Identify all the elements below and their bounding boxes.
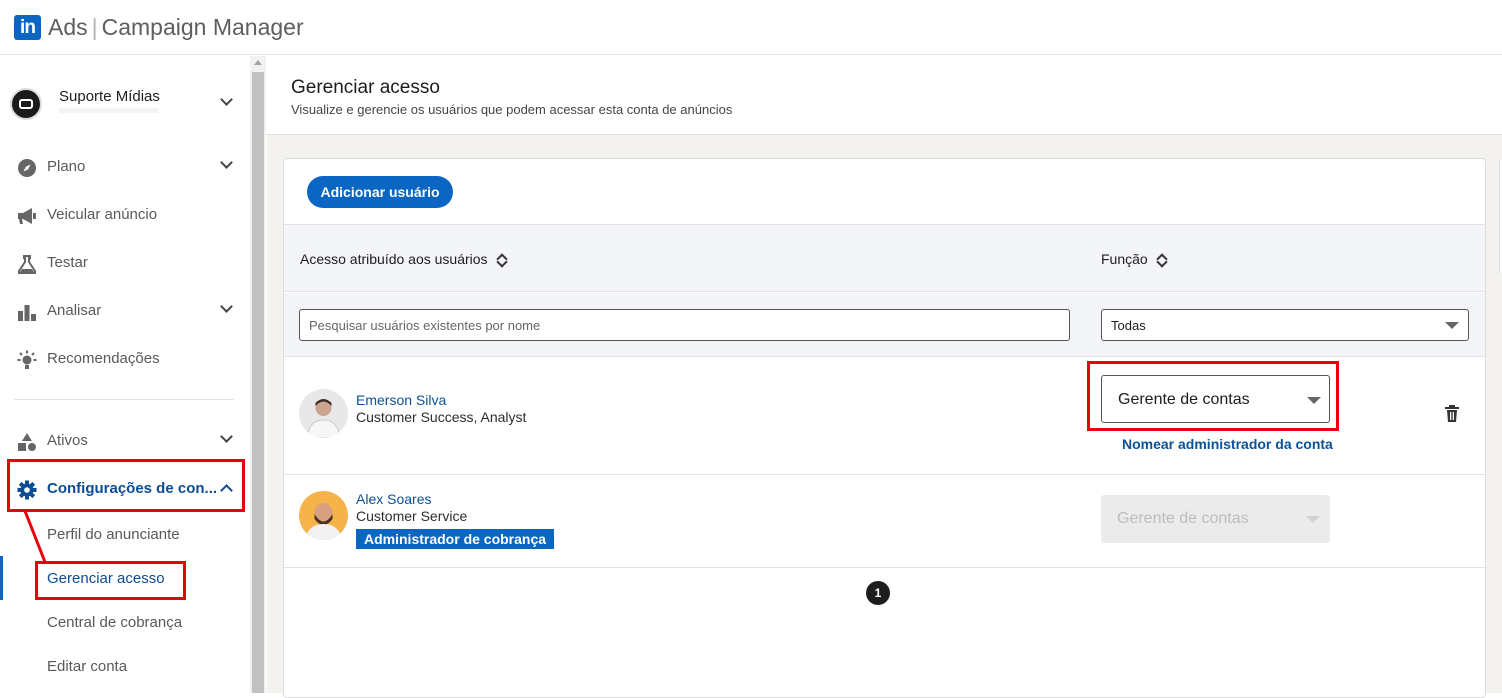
nav-advertise-label: Veicular anúncio [47,206,158,223]
product-title: Campaign Manager [101,14,304,40]
highlight-box-manage-access [35,561,186,600]
nav-assets-label: Ativos [47,432,88,449]
account-switcher[interactable]: Suporte Mídias [10,88,240,120]
account-name: Suporte Mídias [59,88,160,105]
chevron-down-icon[interactable] [220,93,233,106]
app-title: Ads | Campaign Manager [48,14,304,41]
filter-row: Todas [284,293,1485,357]
megaphone-icon [18,208,36,224]
make-account-admin-link[interactable]: Nomear administrador da conta [1122,436,1333,452]
dropdown-arrow-icon [1445,322,1459,329]
shapes-icon [18,433,36,451]
page-title: Gerenciar acesso [291,77,440,98]
chevron-down-icon[interactable] [220,300,233,313]
nav-divider [14,399,234,400]
table-header: Acesso atribuído aos usuários Função [284,224,1485,292]
nav-billing-center[interactable]: Central de cobrança [47,614,182,631]
user-name-link[interactable]: Emerson Silva [356,392,446,408]
nav-plan-label: Plano [47,158,86,175]
flask-icon [18,255,36,274]
nav-analyze[interactable]: Analisar [0,291,250,331]
dropdown-arrow-icon [1306,516,1320,523]
role-filter-value: Todas [1111,318,1146,333]
user-name-link[interactable]: Alex Soares [356,491,431,507]
column-users[interactable]: Acesso atribuído aos usuários [300,251,506,267]
sort-icon[interactable] [496,253,506,267]
scroll-up-arrow[interactable] [254,60,262,65]
add-user-button[interactable]: Adicionar usuário [307,176,453,208]
page-subtitle: Visualize e gerencie os usuários que pod… [291,102,733,117]
top-bar: in Ads | Campaign Manager [0,0,1502,55]
role-select-disabled: Gerente de contas [1101,495,1330,543]
linkedin-logo[interactable]: in [14,15,41,40]
bar-chart-icon [18,305,36,321]
chevron-down-icon[interactable] [220,430,233,443]
role-select-value: Gerente de contas [1117,510,1249,527]
product-name: Ads [48,14,88,40]
pagination-current-page[interactable]: 1 [866,581,890,605]
page-header: Gerenciar acesso Visualize e gerencie os… [267,56,1502,135]
scrollbar-thumb[interactable] [252,72,264,693]
nav-test[interactable]: Testar [0,243,250,283]
billing-admin-badge: Administrador de cobrança [356,529,555,549]
nav-plan[interactable]: Plano [0,147,250,187]
chevron-down-icon[interactable] [220,156,233,169]
column-role[interactable]: Função [1101,251,1166,267]
user-avatar[interactable] [299,491,348,540]
account-avatar [10,88,42,120]
user-avatar[interactable] [299,389,348,438]
nav-advertiser-profile[interactable]: Perfil do anunciante [47,526,180,543]
column-users-label: Acesso atribuído aos usuários [300,251,488,267]
highlight-box-role-select [1087,361,1339,431]
title-separator: | [91,14,98,40]
column-role-label: Função [1101,251,1148,267]
nav-assets[interactable]: Ativos [0,421,250,461]
nav-advertise[interactable]: Veicular anúncio [0,195,250,235]
account-id-placeholder [59,108,159,113]
trash-icon[interactable] [1444,405,1460,423]
active-indicator [0,556,3,600]
sort-icon[interactable] [1156,253,1166,267]
lightbulb-icon [17,350,37,369]
nav-recommendations[interactable]: Recomendações [0,339,250,379]
search-users-input[interactable] [299,309,1070,341]
nav-recommendations-label: Recomendações [47,350,160,367]
user-title: Customer Service [356,508,468,524]
table-row: Alex Soares Customer Service Administrad… [284,476,1485,568]
compass-icon [18,159,36,177]
nav-edit-account[interactable]: Editar conta [47,658,127,675]
sidebar-scrollbar[interactable] [250,56,266,693]
role-filter-select[interactable]: Todas [1101,309,1469,341]
user-title: Customer Success, Analyst [356,409,527,425]
highlight-box-settings [7,459,245,512]
nav-analyze-label: Analisar [47,302,102,319]
nav-test-label: Testar [47,254,88,271]
